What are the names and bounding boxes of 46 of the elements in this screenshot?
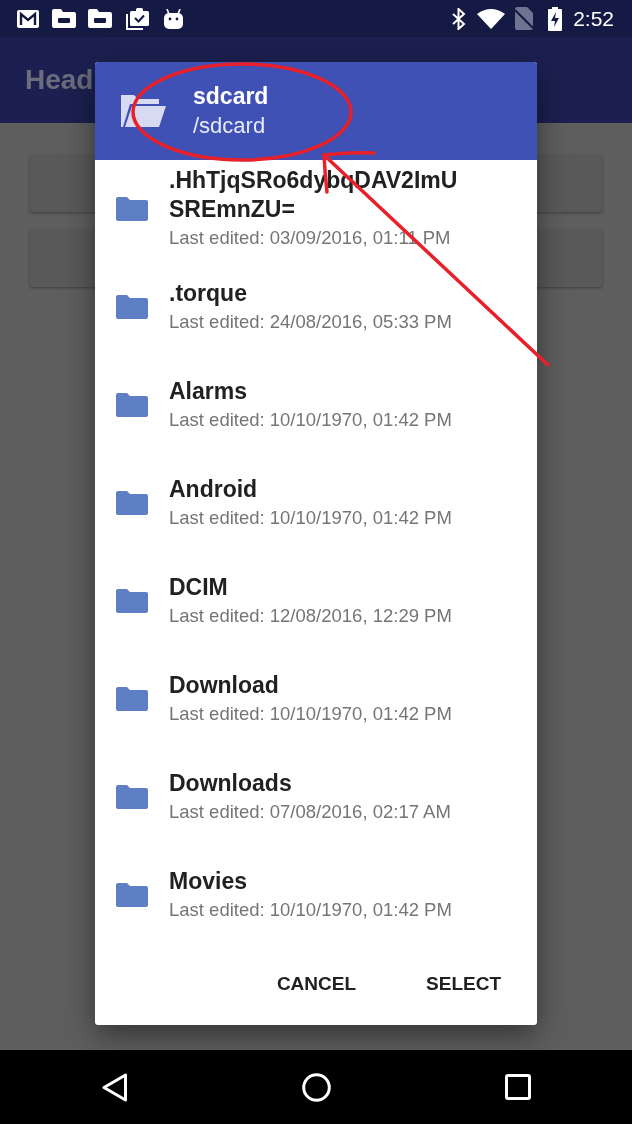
folder-icon (116, 687, 148, 711)
mail-icon (17, 9, 39, 28)
folder-name: Movies (169, 866, 247, 896)
folder-icon (116, 589, 148, 613)
dialog-title: sdcard (193, 82, 269, 111)
folder-icon (116, 785, 148, 809)
folder-name: Downloads (169, 768, 292, 798)
folder-icon (116, 197, 148, 221)
home-icon[interactable] (301, 1072, 331, 1102)
wifi-icon (477, 8, 506, 29)
last-edited-text: Last edited: 07/08/2016, 02:17 AM (169, 799, 451, 824)
folder-row[interactable]: Download Last edited: 10/10/1970, 01:42 PM (95, 650, 537, 748)
folder-row[interactable]: Android Last edited: 10/10/1970, 01:42 PM (95, 454, 537, 552)
folder-name: DCIM (169, 572, 228, 602)
clock-time: 2:52 (573, 8, 614, 29)
last-edited-text: Last edited: 10/10/1970, 01:42 PM (169, 505, 452, 530)
folder-icon (52, 9, 76, 28)
last-edited-text: Last edited: 12/08/2016, 12:29 PM (169, 603, 452, 628)
folder-row[interactable]: Downloads Last edited: 07/08/2016, 02:17 AM (95, 748, 537, 846)
folder-icon (116, 883, 148, 907)
folder-name: .torque (169, 278, 247, 308)
folder-row[interactable]: Movies Last edited: 10/10/1970, 01:42 PM (95, 846, 537, 944)
folder-open-icon (121, 95, 166, 127)
folder-icon (116, 295, 148, 319)
dialog-path: /sdcard (193, 112, 267, 140)
last-edited-text: Last edited: 24/08/2016, 05:33 PM (169, 309, 452, 334)
folder-name: Download (169, 670, 279, 700)
bluetooth-icon (452, 7, 467, 30)
back-icon[interactable] (101, 1072, 128, 1102)
clipboard-check-icon (126, 7, 149, 30)
folder-name: Android (169, 474, 258, 504)
last-edited-text: Last edited: 10/10/1970, 01:42 PM (169, 701, 452, 726)
battery-charging-icon (548, 6, 563, 31)
folder-icon (116, 393, 148, 417)
sim-card-off-icon (515, 7, 534, 30)
folder-row[interactable]: Alarms Last edited: 10/10/1970, 01:42 PM (95, 356, 537, 454)
folder-icon (116, 491, 148, 515)
folder-icon (88, 9, 112, 28)
folder-row[interactable]: DCIM Last edited: 12/08/2016, 12:29 PM (95, 552, 537, 650)
last-edited-text: Last edited: 10/10/1970, 01:42 PM (169, 407, 452, 432)
app-title: Head (25, 66, 94, 94)
folder-name: Alarms (169, 376, 247, 406)
recents-icon[interactable] (504, 1074, 531, 1100)
last-edited-text: Last edited: 10/10/1970, 01:42 PM (169, 897, 452, 922)
robot-icon (164, 8, 183, 29)
folder-row[interactable]: .torque Last edited: 24/08/2016, 05:33 PM (95, 258, 537, 356)
